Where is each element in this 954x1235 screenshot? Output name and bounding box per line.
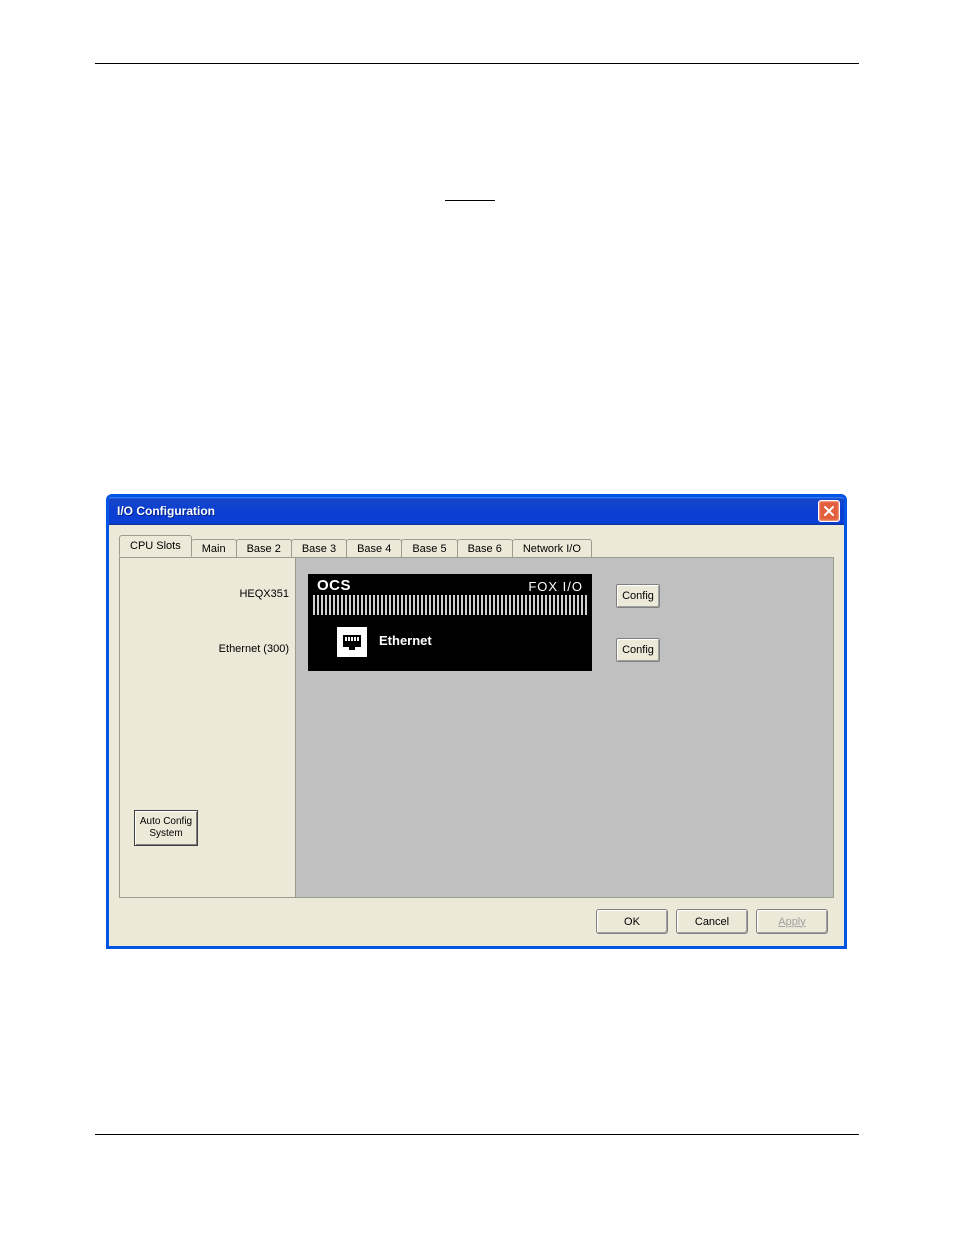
apply-button: Apply [756, 909, 828, 934]
window-title: I/O Configuration [117, 504, 215, 518]
cancel-button[interactable]: Cancel [676, 909, 748, 934]
ok-button[interactable]: OK [596, 909, 668, 934]
module-ocs-product: FOX I/O [528, 579, 583, 594]
tab-base-4[interactable]: Base 4 [346, 539, 402, 558]
title-bar: I/O Configuration [109, 497, 844, 525]
tab-cpu-slots[interactable]: CPU Slots [119, 535, 192, 557]
io-configuration-window: I/O Configuration CPU Slots Main Base 2 … [106, 494, 847, 949]
dialog-button-row: OK Cancel Apply [596, 909, 828, 934]
close-icon [823, 505, 835, 517]
tab-panel: HEQX351 Ethernet (300) Auto Config Syste… [119, 557, 834, 898]
left-pane: HEQX351 Ethernet (300) Auto Config Syste… [120, 558, 296, 897]
tab-base-5[interactable]: Base 5 [401, 539, 457, 558]
page-bottom-rule [95, 1134, 859, 1135]
slot-label-heqx351: HEQX351 [239, 588, 289, 600]
module-ocs-title: OCS [317, 577, 351, 594]
config-button-row-1[interactable]: Config [616, 584, 660, 608]
module-ocs: OCS FOX I/O [308, 574, 592, 619]
auto-config-label: Auto Config System [135, 816, 197, 840]
tab-strip: CPU Slots Main Base 2 Base 3 Base 4 Base… [119, 535, 834, 557]
config-button-label: Config [622, 644, 654, 656]
tab-base-2[interactable]: Base 2 [236, 539, 292, 558]
ok-button-label: OK [624, 916, 640, 928]
tab-main[interactable]: Main [191, 539, 237, 558]
tab-network-io[interactable]: Network I/O [512, 539, 592, 558]
cancel-button-label: Cancel [695, 916, 729, 928]
right-pane: OCS FOX I/O [296, 558, 833, 897]
config-button-label: Config [622, 590, 654, 602]
close-button[interactable] [818, 500, 840, 522]
module-ethernet: Ethernet [308, 619, 592, 671]
client-area: CPU Slots Main Base 2 Base 3 Base 4 Base… [109, 525, 844, 946]
ethernet-port-icon [337, 627, 367, 657]
page-top-rule [95, 63, 859, 64]
config-button-row-2[interactable]: Config [616, 638, 660, 662]
module-ethernet-label: Ethernet [379, 633, 432, 648]
short-underline [445, 200, 495, 201]
tab-base-6[interactable]: Base 6 [457, 539, 513, 558]
auto-config-system-button[interactable]: Auto Config System [134, 810, 198, 846]
apply-button-label: Apply [778, 916, 806, 928]
slot-label-ethernet: Ethernet (300) [219, 643, 289, 655]
tab-base-3[interactable]: Base 3 [291, 539, 347, 558]
module-ocs-vents [313, 595, 587, 615]
